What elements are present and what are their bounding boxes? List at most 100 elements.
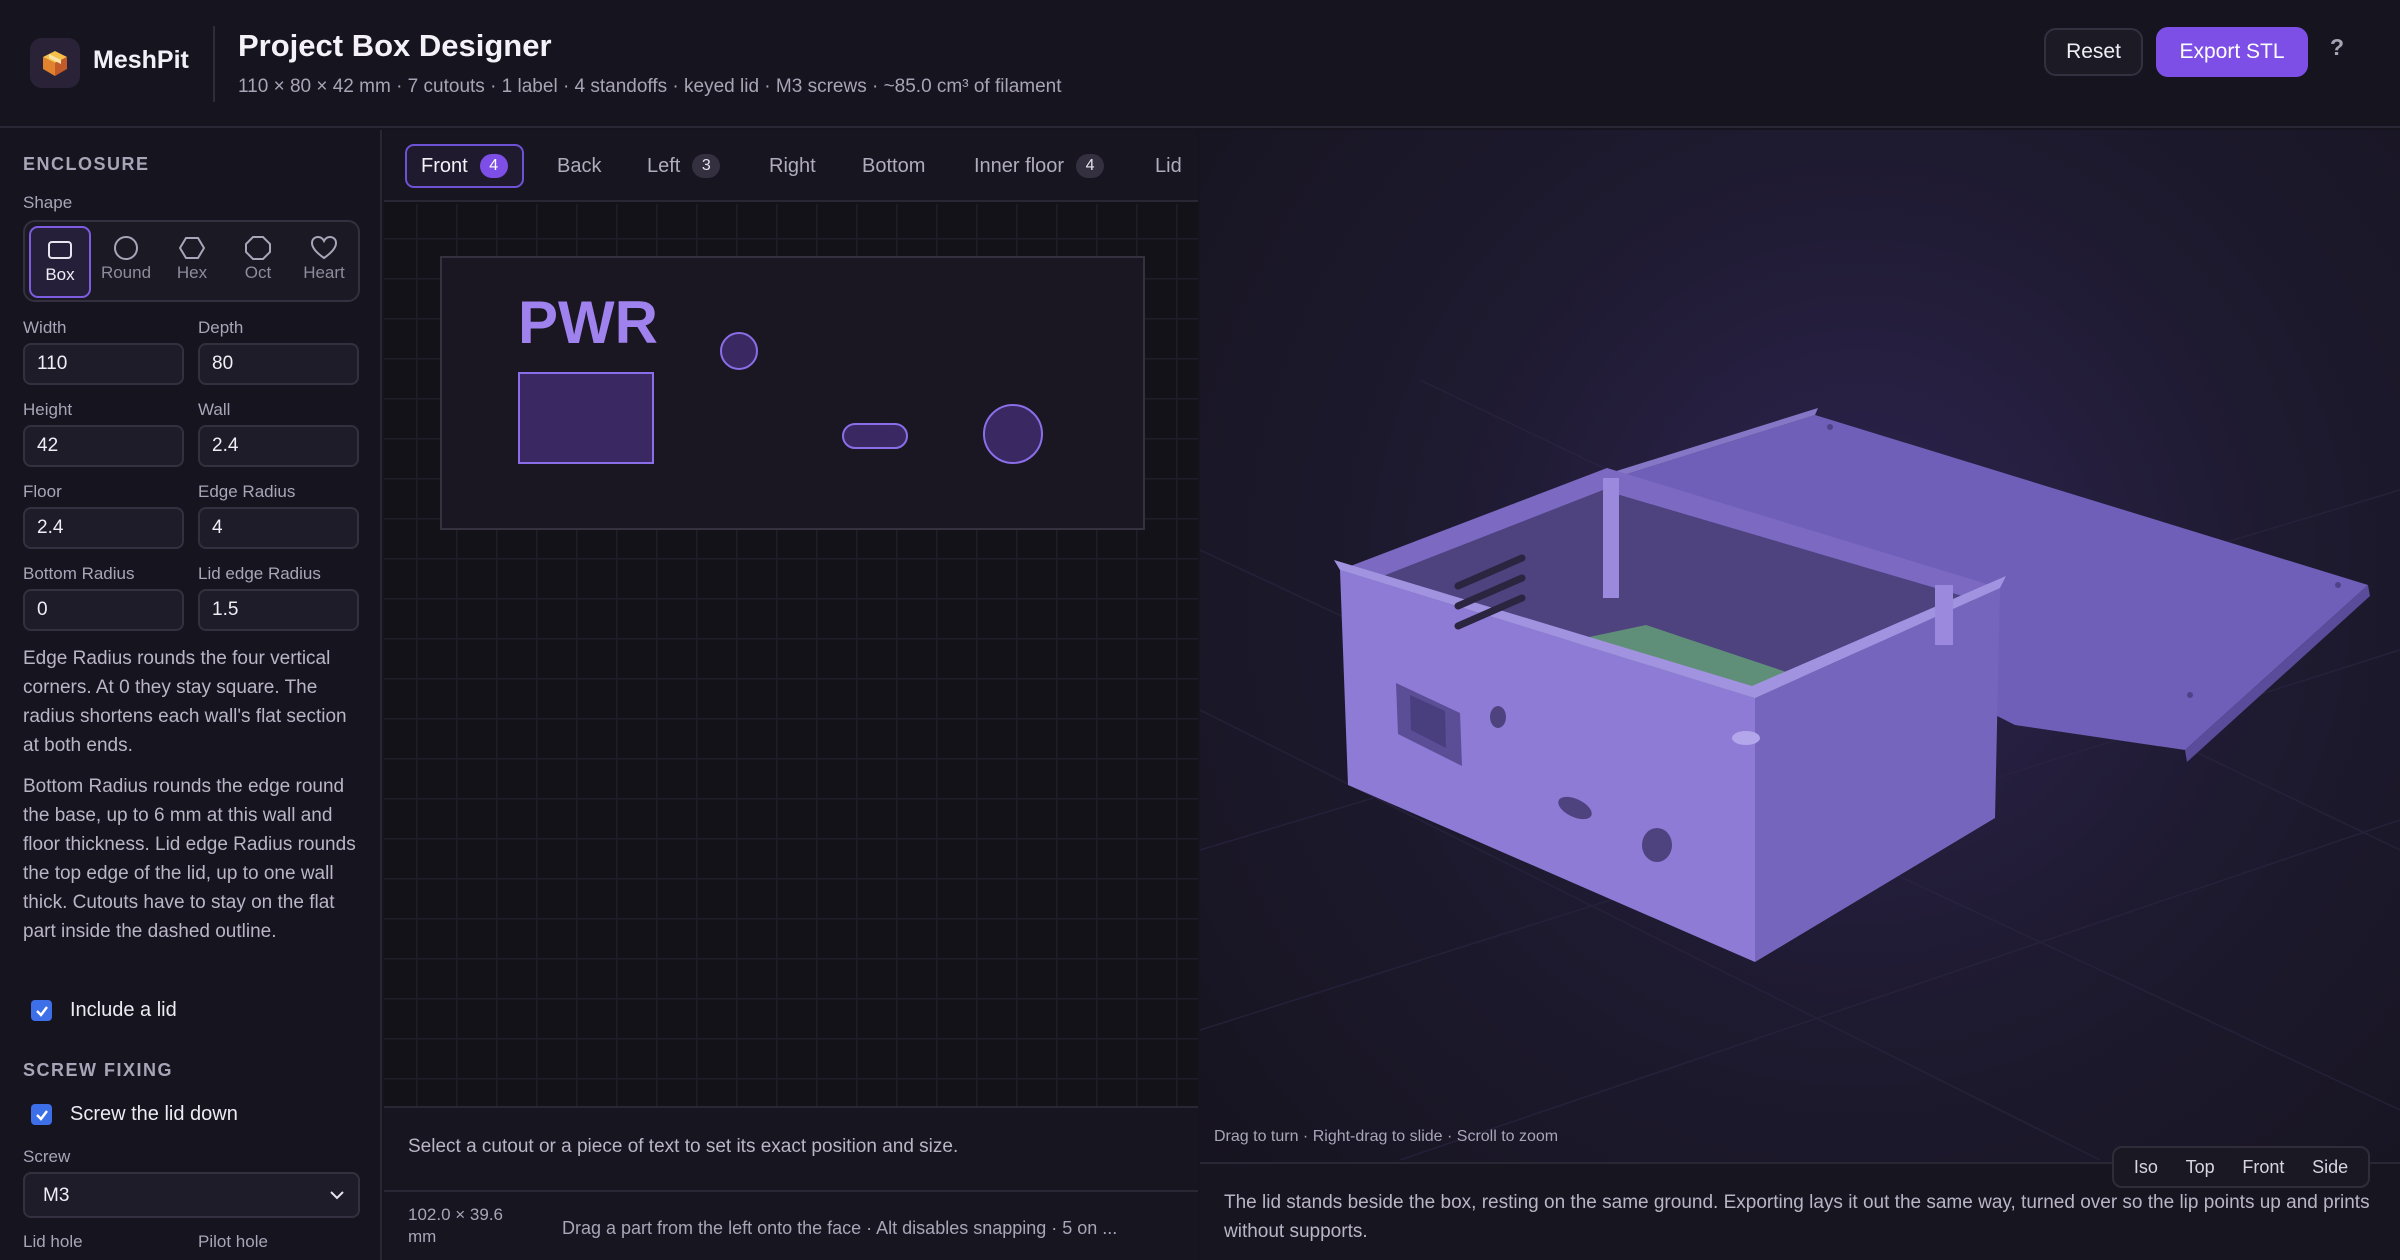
tab-back[interactable]: Back	[557, 144, 601, 188]
lid-edge-radius-label: Lid edge Radius	[198, 564, 321, 583]
height-input[interactable]	[23, 425, 184, 467]
checkmark-icon	[35, 1005, 48, 1017]
shape-option-oct[interactable]: Oct	[227, 226, 289, 298]
cutout-rectangle[interactable]	[518, 372, 654, 464]
view-top-button[interactable]: Top	[2186, 1157, 2215, 1178]
shape-option-label: Heart	[303, 263, 345, 282]
shape-option-heart[interactable]: Heart	[293, 226, 355, 298]
orbit-hint: Drag to turn · Right-drag to slide · Scr…	[1214, 1128, 1559, 1145]
width-label: Width	[23, 318, 67, 337]
enclosure-section-title: ENCLOSURE	[23, 154, 150, 174]
page-title: Project Box Designer	[238, 28, 552, 63]
lid-edge-radius-input[interactable]	[198, 589, 359, 631]
tab-label: Bottom	[862, 154, 926, 177]
include-lid-checkbox[interactable]	[31, 1000, 52, 1021]
tab-inner-floor[interactable]: Inner floor 4	[974, 144, 1105, 188]
export-stl-button[interactable]: Export STL	[2156, 27, 2308, 77]
shape-option-hex[interactable]: Hex	[161, 226, 223, 298]
lid-hole-label: Lid hole	[23, 1232, 83, 1251]
view-iso-button[interactable]: Iso	[2134, 1157, 2158, 1178]
text-label-pwr[interactable]: PWR	[518, 288, 658, 357]
tab-right[interactable]: Right	[769, 144, 816, 188]
pilot-hole-label: Pilot hole	[198, 1232, 268, 1251]
selection-hint: Select a cutout or a piece of text to se…	[408, 1136, 959, 1157]
screw-lid-checkbox[interactable]	[31, 1104, 52, 1125]
tab-left[interactable]: Left 3	[647, 144, 721, 188]
app-root: MeshPit Project Box Designer 110 × 80 × …	[0, 0, 2400, 1260]
tab-label: Inner floor	[974, 154, 1065, 177]
circle-icon	[114, 236, 138, 260]
hexagon-icon	[178, 237, 206, 259]
help-icon[interactable]: ?	[2330, 34, 2344, 61]
drag-hint: Drag a part from the left onto the face …	[562, 1218, 1118, 1238]
tab-label: Right	[769, 154, 816, 177]
shape-option-label: Hex	[176, 263, 208, 282]
cutout-slot[interactable]	[842, 423, 908, 449]
cutout-large-circle[interactable]	[983, 404, 1043, 464]
reset-button[interactable]: Reset	[2044, 28, 2143, 76]
shape-label: Shape	[23, 193, 73, 212]
3d-viewport[interactable]: Drag to turn · Right-drag to slide · Scr…	[1200, 130, 2400, 1260]
top-bar: MeshPit Project Box Designer 110 × 80 × …	[0, 0, 2400, 128]
wall-label: Wall	[198, 400, 231, 419]
tab-count-badge: 3	[692, 154, 721, 178]
tab-count-badge: 4	[479, 154, 508, 178]
tab-label: Left	[647, 154, 681, 177]
edge-radius-input[interactable]	[198, 507, 359, 549]
width-input[interactable]	[23, 343, 184, 385]
tab-lid[interactable]: Lid	[1155, 144, 1182, 188]
checkmark-icon	[35, 1109, 48, 1121]
view-presets: Iso Top Front Side	[2112, 1146, 2370, 1188]
shape-option-label: Oct	[244, 263, 272, 282]
view-side-button[interactable]: Side	[2312, 1157, 2348, 1178]
square-icon	[48, 241, 72, 259]
tab-label: Lid	[1155, 154, 1182, 177]
face-tabs: Front 4 Back Left 3 Right Bottom Inner flo…	[384, 130, 1198, 202]
project-summary: 110 × 80 × 42 mm · 7 cutouts · 1 label ·…	[238, 76, 1062, 97]
edge-radius-help: Edge Radius rounds the four vertical cor…	[23, 648, 347, 756]
screw-lid-label: Screw the lid down	[70, 1103, 238, 1125]
edge-radius-label: Edge Radius	[198, 482, 296, 501]
lid-placement-note: The lid stands beside the box, resting o…	[1224, 1192, 2370, 1242]
settings-sidebar: ENCLOSURE Shape Box Round Hex Oct Heart	[0, 130, 382, 1260]
tab-label: Front	[421, 154, 468, 177]
shape-picker: Box Round Hex Oct Heart	[23, 220, 360, 302]
shape-option-label: Box	[45, 265, 75, 284]
octagon-icon	[245, 236, 271, 260]
view-front-button[interactable]: Front	[2242, 1157, 2284, 1178]
bottom-radius-input[interactable]	[23, 589, 184, 631]
wall-input[interactable]	[198, 425, 359, 467]
face-footer: 102.0 × 39.6 mm Drag a part from the lef…	[384, 1190, 1198, 1260]
face-editor: Front 4 Back Left 3 Right Bottom Inner flo…	[384, 130, 1198, 1260]
header-divider	[213, 26, 215, 102]
depth-input[interactable]	[198, 343, 359, 385]
front-face-outline: PWR	[440, 256, 1145, 530]
bottom-radius-label: Bottom Radius	[23, 564, 135, 583]
shape-option-label: Round	[100, 263, 152, 282]
cutout-small-circle[interactable]	[720, 332, 758, 370]
tab-count-badge: 4	[1076, 154, 1105, 178]
bottom-radius-help: Bottom Radius rounds the edge round the …	[23, 776, 356, 942]
screw-select-value: M3	[43, 1185, 70, 1206]
brand-name: MeshPit	[93, 46, 189, 74]
face-canvas[interactable]: PWR	[384, 204, 1198, 1106]
selection-hint-bar: Select a cutout or a piece of text to se…	[384, 1106, 1198, 1190]
depth-label: Depth	[198, 318, 244, 337]
include-lid-label: Include a lid	[70, 999, 177, 1021]
face-dimensions: 102.0 × 39.6 mm	[408, 1205, 504, 1246]
chevron-down-icon	[330, 1191, 344, 1200]
screw-label: Screw	[23, 1147, 71, 1166]
shape-option-round[interactable]: Round	[95, 226, 157, 298]
tab-label: Back	[557, 154, 602, 177]
heart-icon	[310, 235, 338, 260]
tab-front[interactable]: Front 4	[405, 144, 524, 188]
height-label: Height	[23, 400, 73, 419]
floor-label: Floor	[23, 482, 62, 501]
tab-bottom[interactable]: Bottom	[862, 144, 925, 188]
screw-select[interactable]: M3	[23, 1172, 360, 1218]
meshpit-logo-icon	[30, 38, 80, 88]
shape-option-box[interactable]: Box	[29, 226, 91, 298]
3d-model-render	[1200, 379, 2400, 1160]
floor-input[interactable]	[23, 507, 184, 549]
screw-section-title: SCREW FIXING	[23, 1060, 174, 1080]
